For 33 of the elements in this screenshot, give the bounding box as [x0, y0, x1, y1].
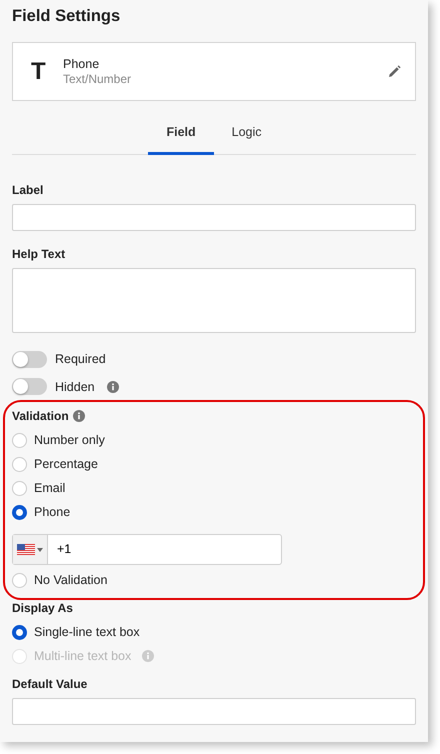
field-label: Default Value: [12, 676, 88, 692]
option-label: Multi-line text box: [34, 648, 132, 665]
field-label: Label: [12, 182, 44, 198]
radio-button[interactable]: [12, 504, 27, 520]
country-picker[interactable]: [13, 535, 48, 564]
toggle-switch[interactable]: [12, 378, 47, 396]
caret-icon: [37, 548, 43, 552]
phone-input[interactable]: +1: [48, 535, 281, 564]
option-label: No Validation: [34, 572, 108, 589]
label-field[interactable]: [12, 204, 416, 231]
option-label: Phone: [34, 504, 70, 521]
field-name: Phone: [63, 56, 100, 72]
field-type: Text/Number: [63, 72, 132, 86]
field-label: Help Text: [12, 246, 66, 262]
field-type-icon: T: [31, 54, 63, 90]
section-label: Validation: [12, 408, 69, 424]
option-label: Percentage: [34, 456, 98, 473]
toggle-label: Required: [55, 350, 106, 368]
toggle-label: Hidden: [55, 378, 95, 396]
flag-icon: [17, 544, 35, 556]
default-value-field[interactable]: [12, 698, 416, 726]
option-label: Email: [34, 480, 66, 497]
option-label: Single-line text box: [34, 624, 140, 641]
radio-button[interactable]: [12, 624, 27, 640]
panel-title: Field Settings: [12, 6, 122, 27]
tab[interactable]: Field: [148, 120, 214, 155]
section-label: Display As: [12, 600, 74, 616]
phone-field[interactable]: +1: [12, 534, 282, 566]
help-text-field[interactable]: [12, 268, 416, 333]
option-label: Number only: [34, 432, 105, 449]
pencil-icon: [388, 64, 401, 78]
tab[interactable]: Logic: [214, 120, 280, 155]
toggle-switch[interactable]: [12, 350, 47, 368]
